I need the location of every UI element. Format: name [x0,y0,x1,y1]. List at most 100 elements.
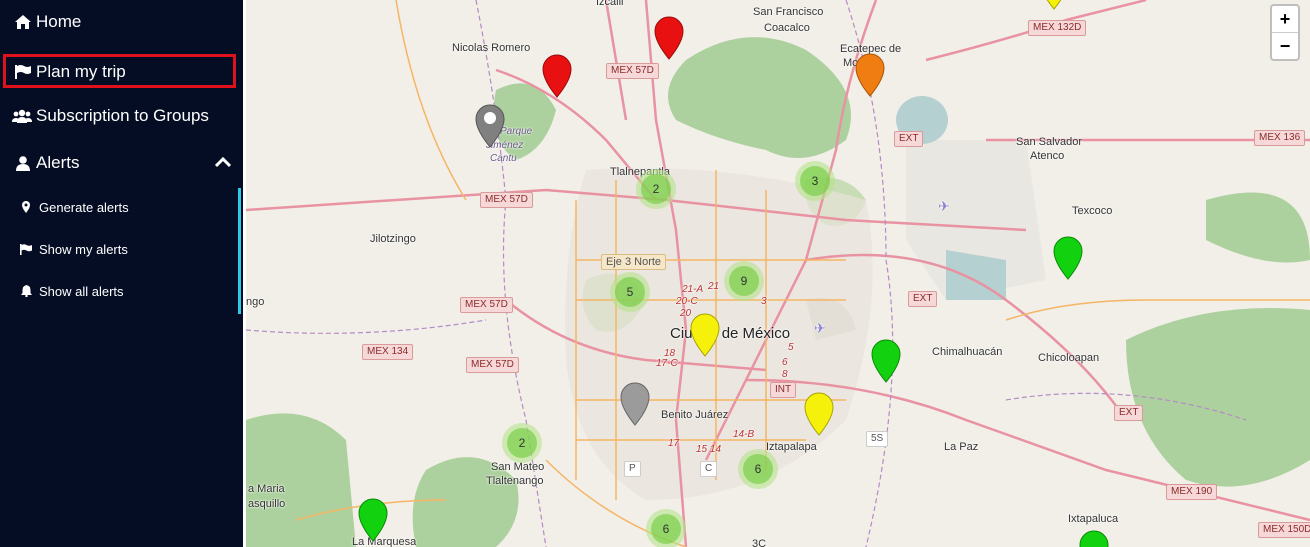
cluster-count: 6 [651,514,681,544]
road-shield: Eje 3 Norte [601,254,667,270]
sidebar-item-label: Alerts [36,153,80,172]
marker-cluster[interactable]: 9 [724,261,764,301]
flag-icon [14,65,32,79]
sidebar-subitem-label: Generate alerts [39,199,129,215]
sidebar-item-label: Plan my trip [36,62,126,81]
alert-marker-yellow[interactable] [1039,0,1069,10]
zoom-out-button[interactable]: − [1272,33,1298,59]
place-label: Chicoloapan [1038,352,1100,364]
alert-marker-green[interactable] [358,498,388,542]
road-shield: MEX 57D [466,357,519,373]
user-icon [14,155,32,171]
alert-marker-red[interactable] [542,54,572,98]
road-number: 6 [782,357,788,368]
road-number: 21 [708,281,720,292]
place-label-city: Ciudad de México [670,325,791,342]
road-number: 8 [782,369,788,380]
road-number: 17-C [656,358,678,369]
home-icon [14,15,32,29]
road-number: 5 [788,342,794,353]
road-number: 14-B [733,429,755,440]
sidebar: Home Plan my trip Subscription to Groups… [0,0,246,547]
road-shield: INT [770,382,797,398]
map-view[interactable]: Izcalli San Francisco Coacalco Ecatepec … [246,0,1310,547]
place-label: La Paz [944,441,979,453]
bell-icon [20,285,32,297]
road-number: 15 14 [696,444,722,455]
road-shield: 5S [866,431,889,447]
cluster-count: 6 [743,454,773,484]
marker-cluster[interactable]: 2 [502,423,542,463]
cluster-count: 9 [729,266,759,296]
map-pin-icon [20,201,32,213]
marker-cluster[interactable]: 3 [795,161,835,201]
airport-icon: ✈ [938,198,950,214]
alert-marker-red[interactable] [654,16,684,60]
sidebar-subitem-label: Show all alerts [39,283,124,299]
road-shield: C [700,461,718,477]
cluster-count: 2 [507,428,537,458]
road-shield: P [624,461,641,477]
road-shield: MEX 57D [460,297,513,313]
sidebar-item-plan-my-trip[interactable]: Plan my trip [0,52,257,92]
flag-icon [20,243,32,255]
marker-cluster[interactable]: 6 [738,449,778,489]
road-shield: MEX 190 [1166,484,1218,500]
alert-marker-gray[interactable] [620,382,650,426]
place-label: San Salvador [1016,136,1083,148]
place-label: Jilotzingo [370,233,416,245]
road-shield: MEX 136 [1254,130,1306,146]
sidebar-item-label: Home [36,12,82,31]
sidebar-item-label: Subscription to Groups [36,106,209,125]
road-shield: MEX 150D [1258,522,1310,538]
place-label: Izcalli [596,0,624,8]
airport-icon: ✈ [814,320,826,336]
sidebar-subitem-show-all-alerts[interactable]: Show all alerts [0,276,263,306]
sidebar-subitem-generate-alerts[interactable]: Generate alerts [0,192,263,222]
chevron-up-icon[interactable] [214,155,232,173]
road-shield: EXT [894,131,924,147]
alert-marker-green[interactable] [1079,530,1109,547]
road-number: 3 [761,296,767,307]
sidebar-subitem-label: Show my alerts [39,241,128,257]
place-label: Chimalhuacán [932,346,1003,358]
alert-marker-green[interactable] [871,339,901,383]
sidebar-item-subscription[interactable]: Subscription to Groups [0,96,255,136]
road-number: 21-A [682,284,704,295]
alert-marker-yellow[interactable] [690,313,720,357]
sidebar-item-home[interactable]: Home [0,2,257,42]
zoom-control: + − [1270,4,1300,61]
sidebar-subitem-show-my-alerts[interactable]: Show my alerts [0,234,263,264]
map-base-layer [246,0,1310,547]
place-label: Texcoco [1072,205,1113,217]
place-label: Coacalco [764,22,810,34]
road-number: 17 [668,438,680,449]
marker-cluster[interactable]: 6 [646,509,686,547]
road-shield: EXT [1114,405,1144,421]
road-shield: MEX 132D [1028,20,1087,36]
place-label: ngo [246,296,265,308]
location-marker-white[interactable] [475,104,505,148]
place-label: Iztapalapa [766,441,817,453]
road-shield: MEX 134 [362,344,414,360]
place-label: Atenco [1030,150,1065,162]
alert-marker-yellow[interactable] [804,392,834,436]
place-label: San Mateo [491,461,545,473]
zoom-in-button[interactable]: + [1272,6,1298,33]
place-label: San Francisco [753,6,824,18]
road-number: 3C [752,538,767,547]
alert-marker-orange[interactable] [855,53,885,97]
park-label: Cantu [490,153,517,164]
users-icon [12,109,32,123]
place-label: Tlaltenango [486,475,544,487]
place-label: asquillo [248,498,286,510]
road-shield: MEX 57D [606,63,659,79]
place-label: a Maria [248,483,285,495]
road-shield: EXT [908,291,938,307]
cluster-count: 3 [800,166,830,196]
alert-marker-green[interactable] [1053,236,1083,280]
marker-cluster[interactable]: 2 [636,169,676,209]
cluster-count: 2 [641,174,671,204]
marker-cluster[interactable]: 5 [610,272,650,312]
place-label: Nicolas Romero [452,42,531,54]
